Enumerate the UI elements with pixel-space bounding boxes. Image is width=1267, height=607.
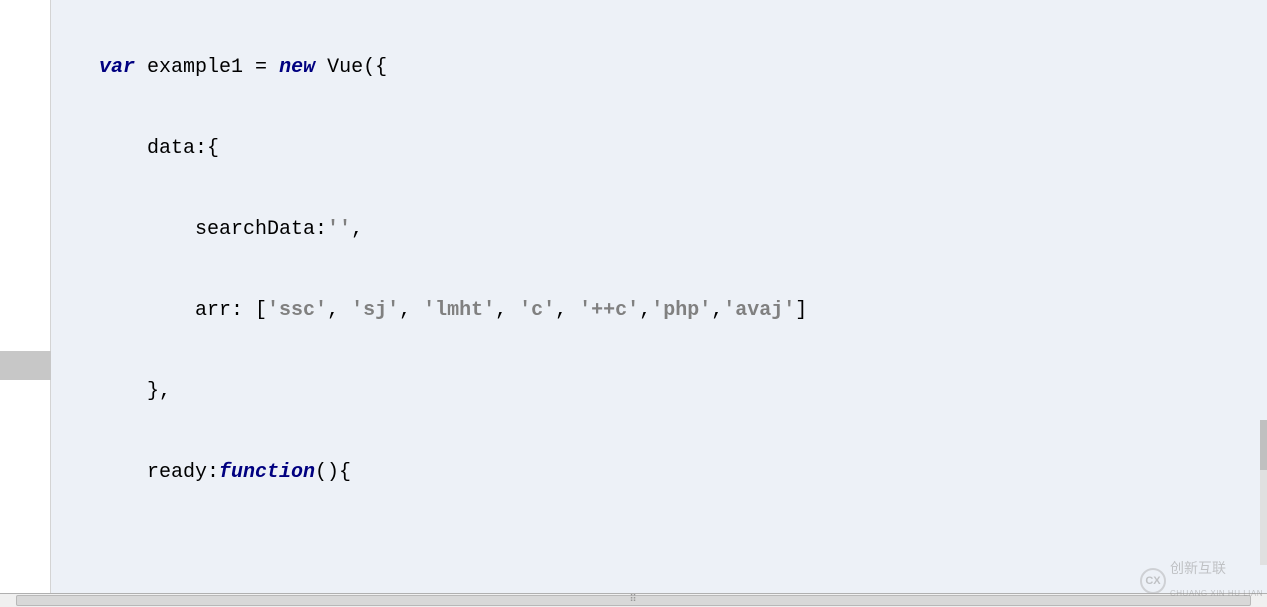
editor-gutter xyxy=(0,0,51,593)
gutter-highlight xyxy=(0,351,51,379)
horizontal-scrollbar[interactable]: ⠿ xyxy=(0,593,1267,607)
keyword-new: new xyxy=(279,56,315,79)
code-area: var example1 = new Vue({ data:{ searchDa… xyxy=(0,0,1267,593)
code-text[interactable]: var example1 = new Vue({ data:{ searchDa… xyxy=(51,0,1267,593)
keyword-var: var xyxy=(99,56,135,79)
vertical-scrollbar[interactable] xyxy=(1260,420,1267,565)
code-line xyxy=(51,540,1267,567)
code-line: var example1 = new Vue({ xyxy=(51,54,1267,81)
code-line: arr: ['ssc', 'sj', 'lmht', 'c', '++c','p… xyxy=(51,297,1267,324)
code-editor: var example1 = new Vue({ data:{ searchDa… xyxy=(0,0,1267,607)
code-line: }, xyxy=(51,378,1267,405)
code-line: data:{ xyxy=(51,135,1267,162)
code-line: searchData:'', xyxy=(51,216,1267,243)
scrollbar-grip-icon: ⠿ xyxy=(629,587,637,607)
keyword-function: function xyxy=(219,461,315,484)
scrollbar-thumb[interactable] xyxy=(1260,420,1267,470)
gutter-highlight xyxy=(0,378,51,380)
code-line: ready:function(){ xyxy=(51,459,1267,486)
